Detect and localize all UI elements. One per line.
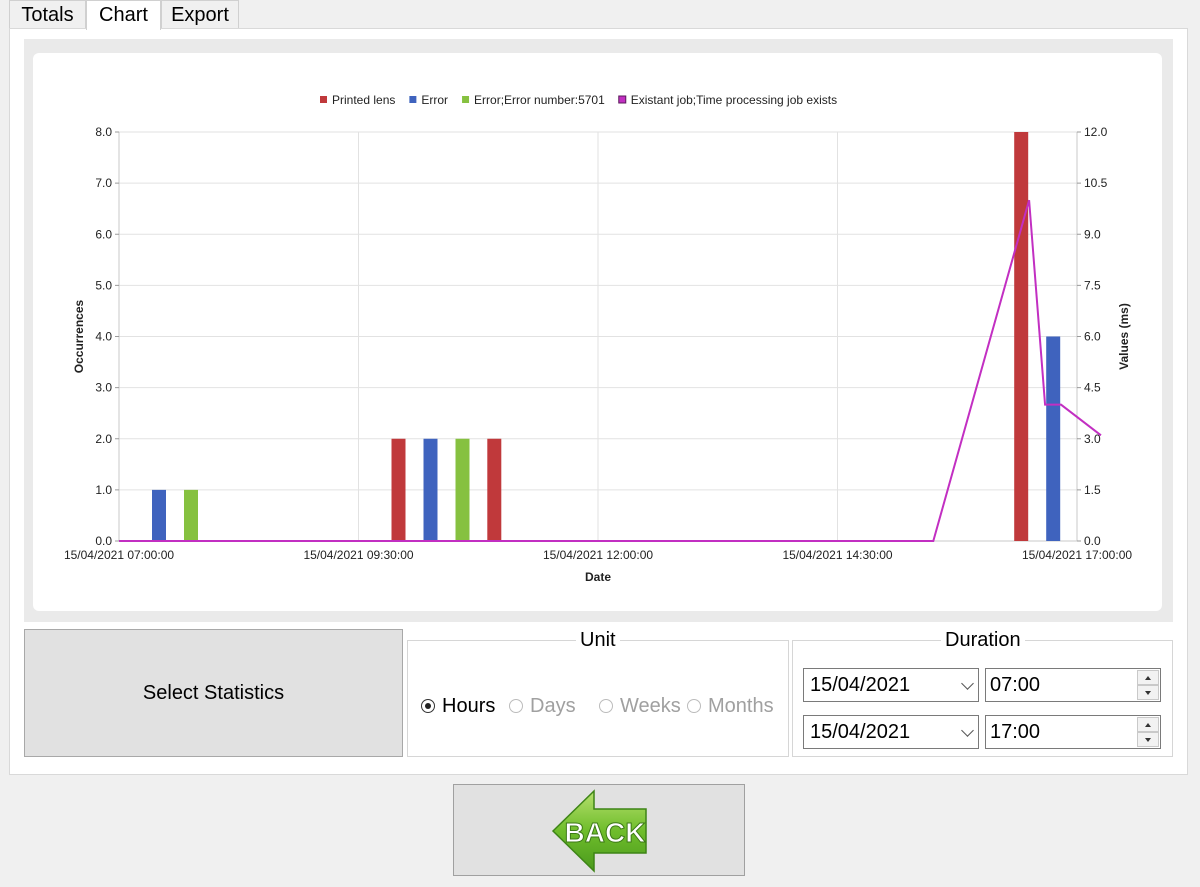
y2-tick-label: 1.5	[1084, 483, 1101, 497]
tab-totals[interactable]: Totals	[9, 0, 86, 28]
y-tick-label: 8.0	[95, 125, 112, 139]
radio-weeks[interactable]: Weeks	[599, 694, 681, 718]
bar	[391, 438, 406, 541]
bar	[152, 489, 166, 541]
end-date-select[interactable]: 15/04/2021	[803, 715, 979, 749]
radio-weeks-indicator	[599, 699, 613, 713]
legend-swatch	[320, 96, 327, 103]
x-axis-label: Date	[585, 570, 611, 584]
y2-tick-label: 0.0	[1084, 534, 1101, 548]
back-arrow-icon: BACK	[551, 789, 647, 873]
bar	[487, 438, 502, 541]
y-tick-label: 2.0	[95, 432, 112, 446]
radio-days-indicator	[509, 699, 523, 713]
end-time-up-arrow-icon[interactable]	[1137, 717, 1159, 732]
end-time-value: 17:00	[990, 721, 1041, 743]
radio-hours[interactable]: Hours	[421, 694, 495, 718]
legend-swatch	[618, 95, 627, 104]
start-time-down-arrow-icon[interactable]	[1137, 685, 1159, 700]
tab-chart[interactable]: Chart	[86, 0, 161, 30]
bar	[1014, 132, 1029, 541]
start-date-value: 15/04/2021	[810, 674, 911, 696]
radio-hours-label: Hours	[442, 694, 496, 717]
bar	[455, 438, 470, 541]
y-tick-label: 3.0	[95, 381, 112, 395]
legend-item: Error;Error number:5701	[474, 93, 605, 107]
start-date-select[interactable]: 15/04/2021	[803, 668, 979, 702]
chevron-down-icon	[961, 724, 974, 737]
radio-months[interactable]: Months	[687, 694, 774, 718]
radio-days-label: Days	[530, 694, 576, 717]
x-tick-label: 15/04/2021 14:30:00	[782, 548, 892, 562]
unit-title: Unit	[576, 629, 620, 651]
select-statistics-button[interactable]: Select Statistics	[24, 629, 403, 757]
bar	[1046, 336, 1061, 541]
legend-swatch	[462, 96, 470, 103]
back-button[interactable]: BACK	[453, 784, 745, 876]
x-tick-label: 15/04/2021 07:00:00	[64, 548, 174, 562]
bar	[184, 489, 198, 541]
x-tick-label: 15/04/2021 12:00:00	[543, 548, 653, 562]
y2-tick-label: 4.5	[1084, 381, 1101, 395]
legend-item: Error	[421, 93, 448, 107]
legend-item: Printed lens	[332, 93, 395, 107]
end-time-spinbox[interactable]: 17:00	[985, 715, 1161, 749]
y2-tick-label: 12.0	[1084, 125, 1108, 139]
chart-area: 0.0 1.0 2.0 3.0 4.0 5.0 6.0 7.0 8.0 0.0 1.5 3.0 4.5 6…	[33, 53, 1162, 611]
y-tick-label: 6.0	[95, 227, 112, 241]
x-tick-label: 15/04/2021 09:30:00	[303, 548, 413, 562]
radio-days[interactable]: Days	[509, 694, 576, 718]
radio-hours-indicator	[421, 699, 435, 713]
back-label: BACK	[565, 817, 646, 848]
start-time-spinbox[interactable]: 07:00	[985, 668, 1161, 702]
end-time-down-arrow-icon[interactable]	[1137, 732, 1159, 747]
duration-title: Duration	[941, 629, 1025, 651]
y2-axis-label: Values (ms)	[1117, 303, 1131, 370]
start-time-up-arrow-icon[interactable]	[1137, 670, 1159, 685]
bar	[423, 438, 438, 541]
y2-tick-label: 9.0	[1084, 227, 1101, 241]
y-axis-label: Occurrences	[72, 299, 86, 373]
select-statistics-label: Select Statistics	[142, 681, 285, 704]
y2-tick-label: 10.5	[1084, 176, 1108, 190]
y-tick-label: 1.0	[95, 483, 112, 497]
radio-months-indicator	[687, 699, 701, 713]
radio-weeks-label: Weeks	[620, 694, 681, 717]
start-time-value: 07:00	[990, 674, 1041, 696]
radio-months-label: Months	[708, 694, 774, 717]
legend-swatch	[409, 96, 417, 103]
y-tick-label: 4.0	[95, 330, 112, 344]
legend-item: Existant job;Time processing job exists	[631, 93, 837, 107]
y2-tick-label: 7.5	[1084, 278, 1101, 292]
y-tick-label: 7.0	[95, 176, 112, 190]
x-tick-label: 15/04/2021 17:00:00	[1022, 548, 1132, 562]
tab-export[interactable]: Export	[161, 0, 239, 28]
chart: 0.01.02.03.04.05.06.07.08.00.01.53.04.56…	[64, 93, 1132, 584]
end-date-value: 15/04/2021	[810, 721, 911, 743]
y-tick-label: 0.0	[95, 534, 112, 548]
y-tick-label: 5.0	[95, 278, 112, 292]
chevron-down-icon	[961, 677, 974, 690]
y2-tick-label: 6.0	[1084, 330, 1101, 344]
